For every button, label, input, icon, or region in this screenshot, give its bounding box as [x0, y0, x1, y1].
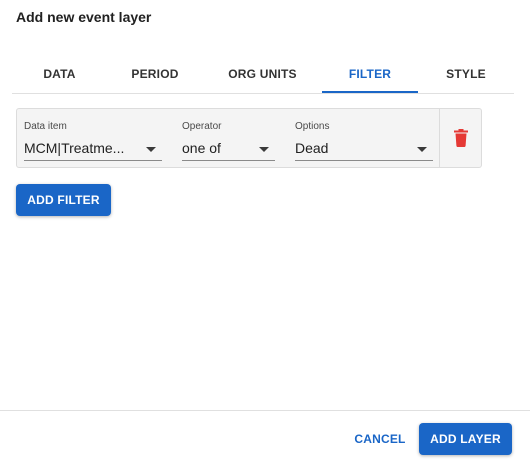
options-label: Options	[295, 121, 330, 132]
tab-period[interactable]: PERIOD	[107, 56, 203, 92]
operator-label: Operator	[182, 121, 222, 132]
footer-divider	[0, 410, 530, 411]
filter-row: Data item MCM|Treatme... Operator one of…	[16, 108, 482, 168]
data-item-select[interactable]: MCM|Treatme...	[24, 137, 162, 161]
options-value: Dead	[295, 140, 329, 156]
chevron-down-icon	[259, 147, 269, 152]
delete-filter-button[interactable]	[439, 109, 482, 167]
add-layer-button[interactable]: ADD LAYER	[419, 423, 512, 455]
tab-filter[interactable]: FILTER	[322, 56, 418, 93]
trash-icon	[454, 129, 468, 147]
chevron-down-icon	[417, 147, 427, 152]
chevron-down-icon	[146, 147, 156, 152]
add-filter-button[interactable]: ADD FILTER	[16, 184, 111, 216]
tab-org-units[interactable]: ORG UNITS	[203, 56, 322, 92]
tab-style[interactable]: STYLE	[418, 56, 514, 92]
tab-data[interactable]: DATA	[12, 56, 107, 92]
data-item-label: Data item	[24, 121, 67, 132]
dialog-title: Add new event layer	[16, 9, 152, 25]
tab-bar: DATA PERIOD ORG UNITS FILTER STYLE	[12, 56, 514, 94]
cancel-button[interactable]: CANCEL	[348, 424, 412, 454]
operator-select[interactable]: one of	[182, 137, 275, 161]
options-select[interactable]: Dead	[295, 137, 433, 161]
data-item-value: MCM|Treatme...	[24, 140, 125, 156]
operator-value: one of	[182, 140, 221, 156]
